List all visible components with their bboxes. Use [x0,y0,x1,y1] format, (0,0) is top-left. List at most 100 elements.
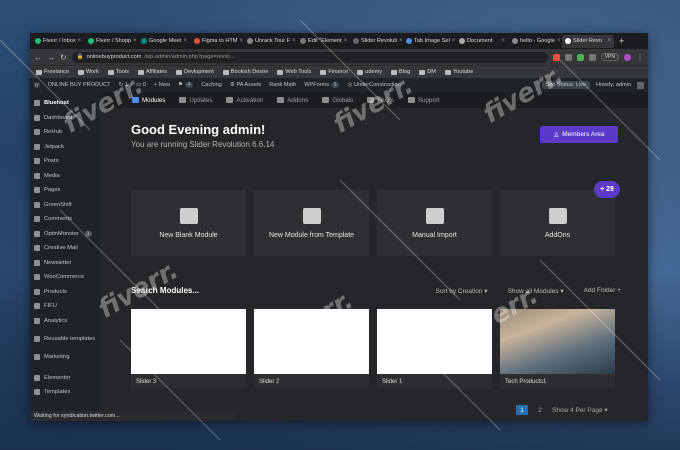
tab-activation[interactable]: Activation [226,97,263,104]
pa-assets-item[interactable]: ⚙ PA Assets [230,82,261,88]
site-name[interactable]: ONLINE BUY PRODUCT [48,82,111,88]
tab[interactable]: Google Meet × [138,35,190,48]
close-icon[interactable]: × [239,38,243,44]
close-icon[interactable]: × [183,38,187,44]
bookmark-folder[interactable]: Web Tools [277,69,311,75]
page-1-button[interactable]: 1 [516,405,528,415]
bookmark-folder[interactable]: Freelance [36,69,69,75]
sidebar-item-optinmonster[interactable]: OptinMonster 1 [30,227,100,242]
new-item[interactable]: + New [154,82,170,88]
tab-globals[interactable]: Globals [322,97,353,104]
menu-icon[interactable]: ⋮ [636,53,644,62]
sidebar-item-pages[interactable]: Pages [30,183,100,198]
site-status-badge[interactable]: Site Status: Live [541,81,590,89]
close-icon[interactable]: × [133,38,137,44]
tab[interactable]: Tab Image Sel × [403,35,455,48]
sidebar-item-creative-mail[interactable]: Creative Mail [30,241,100,256]
forward-icon[interactable]: → [47,53,55,62]
module-card[interactable]: Tech Products1 [500,309,615,389]
new-blank-module-card[interactable]: New Blank Module [131,190,246,256]
tab[interactable]: Slider Revoluti × [350,35,402,48]
close-icon[interactable]: × [501,38,505,44]
sidebar-item-marketing[interactable]: Marketing [30,350,100,365]
tab-addons[interactable]: Addons [277,97,308,104]
tab[interactable]: Figma to HTM × [191,35,243,48]
close-icon[interactable]: × [557,38,561,44]
tab[interactable]: Edit "Element × [297,35,349,48]
module-card[interactable]: Slider 3 [131,309,246,389]
tab-faqs[interactable]: FAQ's [367,97,394,104]
bookmark-folder[interactable]: Youtube [444,69,473,75]
show-modules-dropdown[interactable]: Show all Modules ▾ [508,287,564,295]
close-icon[interactable]: × [78,38,82,44]
underconstruction-item[interactable]: ◎ UnderConstruction [347,82,400,88]
updates-item[interactable]: ↻ 1 [119,82,128,88]
bookmark-folder[interactable]: Affiliates [137,69,167,75]
extension-icon[interactable] [564,53,572,61]
bookmark-folder[interactable]: Devlopment [175,69,214,75]
sidebar-item-greenshift[interactable]: GreenShift [30,198,100,213]
close-icon[interactable]: × [399,38,402,44]
sidebar-item-products[interactable]: Products [30,285,100,300]
tab-support[interactable]: Support [407,97,440,104]
close-icon[interactable]: × [344,38,348,44]
tab[interactable]: Fiverr / Shopp × [85,35,137,48]
wordpress-icon[interactable]: Ⓦ [34,81,40,89]
url-field[interactable]: 🔒 onlinebuyproduct.com/wp-admin/admin.ph… [71,51,548,63]
module-card[interactable]: Slider 1 [377,309,492,389]
per-page-dropdown[interactable]: Show 4 Per Page ▾ [552,406,608,414]
sidebar-item-dashboard[interactable]: Dashboard [30,111,100,126]
avatar[interactable] [637,81,644,89]
sidebar-item-templates[interactable]: Templates [30,385,100,400]
bookmark-folder[interactable]: udemy [357,69,382,75]
tab-updates[interactable]: Updates [179,97,212,104]
sidebar-item-bluehost[interactable]: Bluehost [30,96,100,111]
wpforms-item[interactable]: WPForms 3 [304,82,340,88]
sidebar-item-jetpack[interactable]: Jetpack [30,140,100,155]
tab[interactable]: hello - Google × [509,35,561,48]
howdy-item[interactable]: Howdy, admin [596,82,631,88]
close-icon[interactable]: × [292,38,296,44]
bookmark-folder[interactable]: DM [419,69,436,75]
bookmark-folder[interactable]: Blog [391,69,410,75]
close-icon[interactable]: × [452,38,455,44]
extension-icon[interactable] [552,53,560,61]
sidebar-item-newsletter[interactable]: Newsletter [30,256,100,271]
back-icon[interactable]: ← [34,53,42,62]
addons-card[interactable]: AddOns [500,190,615,256]
bookmark-folder[interactable]: Tools [107,69,129,75]
module-card[interactable]: Slider 2 [254,309,369,389]
addons-count-badge[interactable]: + 29 [594,181,620,198]
close-icon[interactable]: × [607,38,611,44]
new-module-from-template-card[interactable]: New Module from Template [254,190,369,256]
tab[interactable]: Unrack Tour F × [244,35,296,48]
bookmark-folder[interactable]: Bookish Desire [222,69,268,75]
tab[interactable]: Fiverr / Inbox × [32,35,84,48]
sidebar-item-comments[interactable]: Comments [30,212,100,227]
caching-item[interactable]: Caching [201,82,222,88]
sidebar-item-elementor[interactable]: Elementor [30,371,100,386]
avatar[interactable] [624,53,631,61]
sidebar-item-posts[interactable]: Posts [30,154,100,169]
tab-active[interactable]: Slider Revo × [562,34,614,48]
sidebar-item-fifu[interactable]: FIFU [30,299,100,314]
tab[interactable]: Document × [456,35,508,48]
sidebar-item-analytics[interactable]: Analytics [30,314,100,329]
sidebar-item-woocommerce[interactable]: WooCommerce [30,270,100,285]
search-modules-title[interactable]: Search Modules... [131,286,199,295]
sidebar-item-rehub[interactable]: ReHub [30,125,100,140]
sidebar-item-reusable-templates[interactable]: Reusable templates [30,328,100,350]
sort-dropdown[interactable]: Sort by Creation ▾ [436,287,488,295]
vpn-button[interactable]: VPN [600,53,619,61]
members-area-button[interactable]: ♙ Members Area [540,126,618,143]
seo-item[interactable]: Rank Math [269,82,296,88]
tab-modules[interactable]: Modules [132,97,165,104]
new-tab-icon[interactable]: + [619,36,624,46]
page-2-button[interactable]: 2 [534,405,546,415]
reload-icon[interactable]: ↻ [60,53,67,62]
add-folder-button[interactable]: Add Folder + [584,287,621,295]
extension-icon[interactable] [576,53,584,61]
bookmark-folder[interactable]: Finance [320,69,348,75]
bookmark-folder[interactable]: Work [77,69,99,75]
manual-import-card[interactable]: Manual Import [377,190,492,256]
